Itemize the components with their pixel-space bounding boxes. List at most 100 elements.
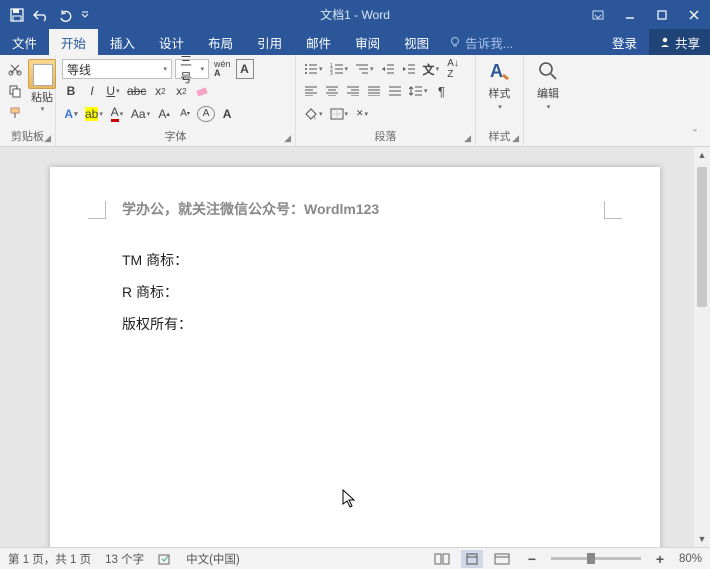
- zoom-slider[interactable]: [551, 557, 641, 560]
- decrease-indent-button[interactable]: [379, 59, 397, 79]
- paste-label: 粘贴: [31, 89, 53, 105]
- group-font: 等线▾ 三号▾ wénA A B I U▾ abc x2 x2 A▾ ab▾ A…: [56, 55, 296, 146]
- body-line[interactable]: 版权所有：: [122, 309, 192, 339]
- shrink-font-button[interactable]: A▾: [176, 104, 194, 124]
- language-indicator[interactable]: 中文(中国): [186, 551, 240, 567]
- close-button[interactable]: [678, 0, 710, 29]
- dialog-launcher[interactable]: ◢: [512, 133, 519, 144]
- change-case-button[interactable]: Aa▾: [129, 104, 152, 124]
- maximize-button[interactable]: [646, 0, 678, 29]
- tab-file[interactable]: 文件: [0, 29, 49, 55]
- undo-button[interactable]: [30, 4, 52, 26]
- multilevel-button[interactable]: ▾: [353, 59, 376, 79]
- tab-references[interactable]: 引用: [245, 29, 294, 55]
- superscript-button[interactable]: x2: [172, 81, 190, 101]
- page[interactable]: 学办公，就关注微信公众号：Wordlm123 TM 商标： R 商标： 版权所有…: [50, 167, 660, 547]
- print-layout-button[interactable]: [461, 550, 483, 568]
- signin-button[interactable]: 登录: [600, 29, 649, 55]
- dialog-launcher[interactable]: ◢: [464, 133, 471, 144]
- numbering-button[interactable]: 123▾: [328, 59, 351, 79]
- underline-button[interactable]: U▾: [104, 81, 122, 101]
- copy-button[interactable]: [6, 81, 24, 101]
- text-effects-button[interactable]: A▾: [62, 104, 80, 124]
- scroll-up-button[interactable]: ▲: [694, 147, 710, 163]
- align-center-button[interactable]: [323, 81, 341, 101]
- tab-insert[interactable]: 插入: [98, 29, 147, 55]
- redo-button[interactable]: [54, 4, 76, 26]
- page-header[interactable]: 学办公，就关注微信公众号：Wordlm123: [122, 199, 379, 219]
- borders-button[interactable]: ▾: [328, 104, 351, 124]
- minimize-button[interactable]: [614, 0, 646, 29]
- enclose-char-button[interactable]: A: [197, 106, 215, 122]
- tab-layout[interactable]: 布局: [196, 29, 245, 55]
- proofing-icon[interactable]: [158, 552, 172, 566]
- editing-button[interactable]: 编辑 ▾: [530, 59, 566, 111]
- qat-customize[interactable]: [78, 4, 92, 26]
- collapse-ribbon-button[interactable]: ˇ: [686, 124, 704, 144]
- subscript-button[interactable]: x2: [151, 81, 169, 101]
- paste-icon: [28, 59, 56, 89]
- read-mode-button[interactable]: [431, 550, 453, 568]
- show-marks-button[interactable]: ¶: [433, 81, 451, 101]
- chevron-down-icon: ▾: [497, 103, 502, 111]
- clear-format-button[interactable]: [193, 81, 213, 101]
- char-shading-button[interactable]: A: [218, 104, 236, 124]
- styles-label: 样式: [489, 85, 511, 101]
- body-line[interactable]: R 商标：: [122, 277, 192, 307]
- char-border-button[interactable]: A: [236, 59, 254, 79]
- grow-font-button[interactable]: A▴: [155, 104, 173, 124]
- save-button[interactable]: [6, 4, 28, 26]
- dialog-launcher[interactable]: ◢: [284, 133, 291, 144]
- scroll-down-button[interactable]: ▼: [694, 531, 710, 547]
- zoom-level[interactable]: 80%: [679, 553, 702, 565]
- text-direction-button[interactable]: 文▾: [421, 59, 442, 79]
- group-label-editing: [530, 130, 566, 144]
- chevron-down-icon: ▾: [546, 103, 551, 111]
- line-spacing-button[interactable]: ▾: [407, 81, 430, 101]
- dialog-launcher[interactable]: ◢: [44, 133, 51, 144]
- zoom-in-button[interactable]: +: [649, 550, 671, 568]
- tab-view[interactable]: 视图: [392, 29, 441, 55]
- scroll-thumb[interactable]: [697, 167, 707, 307]
- tab-review[interactable]: 审阅: [343, 29, 392, 55]
- shading-button[interactable]: ▾: [302, 104, 325, 124]
- zoom-knob[interactable]: [587, 553, 595, 564]
- word-count[interactable]: 13 个字: [105, 551, 144, 567]
- asian-layout-button[interactable]: ✕▾: [353, 104, 371, 124]
- tell-me[interactable]: 告诉我...: [441, 29, 513, 55]
- ribbon-tabs: 文件 开始 插入 设计 布局 引用 邮件 审阅 视图 告诉我... 登录 共享: [0, 29, 710, 55]
- lightbulb-icon: [449, 36, 461, 48]
- strikethrough-button[interactable]: abc: [125, 81, 148, 101]
- distribute-button[interactable]: [386, 81, 404, 101]
- cut-button[interactable]: [6, 59, 24, 79]
- highlight-button[interactable]: ab▾: [83, 104, 105, 124]
- zoom-out-button[interactable]: −: [521, 550, 543, 568]
- sort-button[interactable]: A↓Z: [444, 59, 462, 79]
- font-name-combo[interactable]: 等线▾: [62, 59, 172, 79]
- share-button[interactable]: 共享: [649, 29, 710, 55]
- bold-button[interactable]: B: [62, 81, 80, 101]
- tell-me-label: 告诉我...: [465, 33, 513, 52]
- align-left-button[interactable]: [302, 81, 320, 101]
- paste-button[interactable]: 粘贴 ▾: [28, 59, 56, 123]
- phonetic-guide-button[interactable]: wénA: [212, 59, 233, 79]
- tab-mailings[interactable]: 邮件: [294, 29, 343, 55]
- group-styles: A 样式 ▾ 样式 ◢: [476, 55, 524, 146]
- justify-button[interactable]: [365, 81, 383, 101]
- web-layout-button[interactable]: [491, 550, 513, 568]
- format-painter-button[interactable]: [6, 103, 24, 123]
- bullets-button[interactable]: ▾: [302, 59, 325, 79]
- font-size-combo[interactable]: 三号▾: [175, 59, 209, 79]
- font-color-button[interactable]: A▾: [108, 104, 126, 124]
- tab-home[interactable]: 开始: [49, 29, 98, 55]
- increase-indent-button[interactable]: [400, 59, 418, 79]
- ribbon-options-button[interactable]: [582, 0, 614, 29]
- italic-button[interactable]: I: [83, 81, 101, 101]
- align-right-button[interactable]: [344, 81, 362, 101]
- document-body[interactable]: TM 商标： R 商标： 版权所有：: [122, 245, 192, 341]
- styles-button[interactable]: A 样式 ▾: [482, 59, 517, 111]
- vertical-scrollbar[interactable]: ▲ ▼: [694, 147, 710, 547]
- group-label-paragraph: 段落◢: [302, 126, 469, 144]
- body-line[interactable]: TM 商标：: [122, 245, 192, 275]
- page-indicator[interactable]: 第 1 页，共 1 页: [8, 551, 91, 567]
